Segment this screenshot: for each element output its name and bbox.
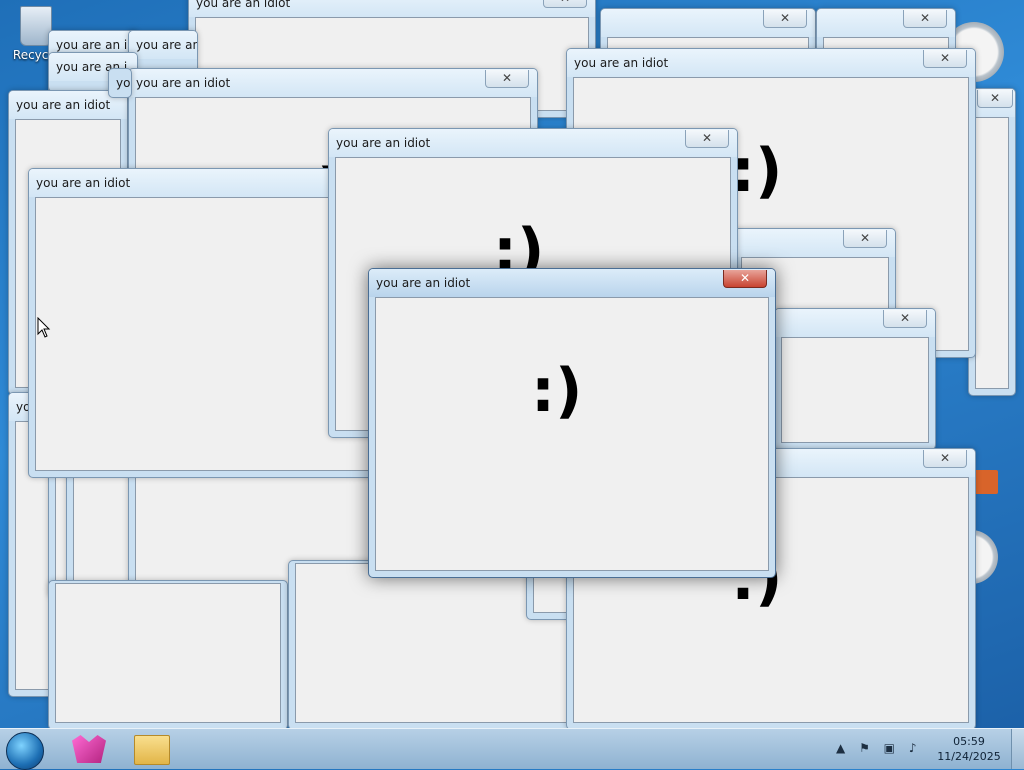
close-button[interactable]: ✕ xyxy=(843,230,887,248)
close-button[interactable]: ✕ xyxy=(923,50,967,68)
close-button[interactable]: ✕ xyxy=(923,450,967,468)
file-explorer-icon[interactable] xyxy=(134,735,170,765)
window-title: you are an idiot xyxy=(574,56,669,70)
close-button[interactable]: ✕ xyxy=(685,130,729,148)
clock-date: 11/24/2025 xyxy=(937,750,1001,763)
idiot-window[interactable]: yo xyxy=(108,68,132,98)
idiot-window[interactable]: ✕ xyxy=(774,308,936,450)
window-title: you are an idiot xyxy=(136,76,231,90)
smiley-text: :) xyxy=(531,356,583,426)
show-hidden-icons-icon[interactable]: ▲ xyxy=(836,741,845,755)
close-button[interactable]: ✕ xyxy=(763,10,807,28)
close-button[interactable]: ✕ xyxy=(883,310,927,328)
mouse-pointer-icon xyxy=(37,317,51,338)
close-button[interactable]: ✕ xyxy=(903,10,947,28)
network-icon[interactable]: ▣ xyxy=(884,741,895,755)
window-title: you are an idiot xyxy=(196,0,291,10)
pinned-app-icon[interactable] xyxy=(72,735,106,763)
window-title: you are an idiot xyxy=(36,176,131,190)
window-title: you are an idiot xyxy=(336,136,431,150)
show-desktop-button[interactable] xyxy=(1011,729,1024,769)
close-button[interactable]: ✕ xyxy=(977,90,1013,108)
volume-icon[interactable]: ♪ xyxy=(909,741,917,755)
taskbar: ▲ ⚑ ▣ ♪ 05:59 11/24/2025 xyxy=(0,728,1024,770)
notification-area: ▲ ⚑ ▣ ♪ xyxy=(836,741,927,755)
clock-time: 05:59 xyxy=(953,735,985,748)
close-button[interactable]: ✕ xyxy=(723,270,767,288)
window-title: you are an i xyxy=(56,38,128,52)
system-clock[interactable]: 05:59 11/24/2025 xyxy=(936,734,1002,764)
idiot-window-active[interactable]: you are an idiot ✕ :) xyxy=(368,268,776,578)
close-button[interactable]: ✕ xyxy=(543,0,587,8)
idiot-window[interactable] xyxy=(48,580,288,730)
window-title: you are an idiot xyxy=(16,98,111,112)
window-title: you are an idiot xyxy=(376,276,471,290)
start-button[interactable] xyxy=(6,732,44,770)
action-center-icon[interactable]: ⚑ xyxy=(859,741,870,755)
window-title: you are an id xyxy=(136,38,197,52)
close-button[interactable]: ✕ xyxy=(485,70,529,88)
smiley-text: :) xyxy=(731,136,783,206)
window-title: yo xyxy=(116,76,131,90)
